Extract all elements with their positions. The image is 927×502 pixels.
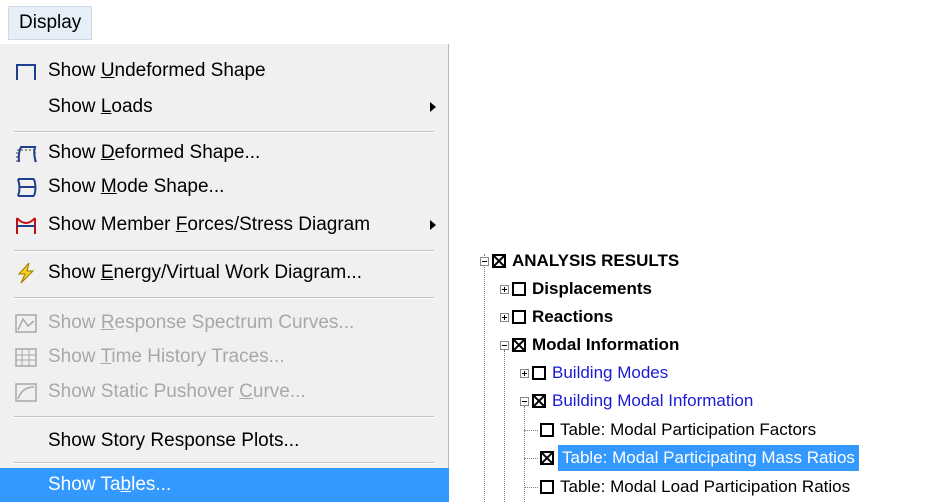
menu-item-show-deformed-shape[interactable]: Show Deformed Shape... <box>0 136 449 170</box>
submenu-arrow-icon <box>430 220 436 230</box>
tree-node-label: Modal Information <box>532 335 680 354</box>
mode-shape-icon <box>17 178 37 197</box>
pushover-curve-icon <box>15 383 37 402</box>
menu-item-label: Show Tables... <box>48 474 172 495</box>
collapse-toggle-icon[interactable] <box>480 257 489 266</box>
expand-toggle-icon[interactable] <box>520 369 529 378</box>
menu-separator <box>14 131 434 133</box>
tree-connector-line <box>484 254 485 502</box>
menu-separator <box>14 297 434 299</box>
menu-item-label: Show Story Response Plots... <box>48 430 300 451</box>
display-menu-label: Display <box>19 12 82 33</box>
energy-lightning-icon <box>17 262 35 284</box>
menu-item-label: Show Mode Shape... <box>48 176 225 197</box>
tree-node-displacements[interactable]: Displacements <box>500 276 720 302</box>
menu-separator <box>14 462 434 464</box>
tree-node-label: ANALYSIS RESULTS <box>512 251 680 270</box>
collapse-toggle-icon[interactable] <box>520 397 529 406</box>
expand-toggle-icon[interactable] <box>500 285 509 294</box>
tree-connector-line <box>524 487 538 488</box>
tree-connector-line <box>504 350 505 502</box>
tree-node-table-modal-participation-factors[interactable]: Table: Modal Participation Factors <box>540 417 927 443</box>
tree-node-building-modes[interactable]: Building Modes <box>520 360 740 386</box>
menu-item-label: Show Member Forces/Stress Diagram <box>48 214 371 235</box>
checkbox-unchecked[interactable] <box>532 366 546 380</box>
tree-node-modal-information[interactable]: Modal Information <box>500 332 760 358</box>
tree-node-label: Building Modes <box>552 363 669 382</box>
menu-item-label: Show Response Spectrum Curves... <box>48 312 355 333</box>
collapse-toggle-icon[interactable] <box>500 341 509 350</box>
menu-separator <box>14 250 434 252</box>
menu-item-show-mode-shape[interactable]: Show Mode Shape... <box>0 170 449 204</box>
tree-node-label: Table: Modal Load Participation Ratios <box>560 477 851 496</box>
tree-node-analysis-results[interactable]: ANALYSIS RESULTS <box>480 248 800 274</box>
tree-node-label: Displacements <box>532 279 652 298</box>
analysis-results-tree: ANALYSIS RESULTS Displacements Reactions… <box>480 240 927 502</box>
menu-item-label: Show Static Pushover Curve... <box>48 381 306 402</box>
menu-item-label: Show Undeformed Shape <box>48 60 266 81</box>
menu-item-label: Show Energy/Virtual Work Diagram... <box>48 262 362 283</box>
tree-node-table-modal-load-participation-ratios[interactable]: Table: Modal Load Participation Ratios <box>540 474 927 500</box>
menu-bar: Display <box>0 0 925 44</box>
tree-node-label-selected: Table: Modal Participating Mass Ratios <box>558 445 859 471</box>
menu-item-show-response-spectrum[interactable]: Show Response Spectrum Curves... <box>0 306 449 340</box>
expand-toggle-icon[interactable] <box>500 313 509 322</box>
tree-connector-line <box>524 430 538 431</box>
display-menu-title[interactable]: Display <box>8 6 92 40</box>
checkbox-unchecked[interactable] <box>540 480 554 494</box>
menu-item-show-pushover-curve[interactable]: Show Static Pushover Curve... <box>0 375 449 409</box>
menu-item-label: Show Loads <box>48 96 153 117</box>
menu-item-label: Show Deformed Shape... <box>48 142 261 163</box>
menu-separator <box>14 416 434 418</box>
member-forces-icon <box>16 217 36 234</box>
deformed-shape-icon <box>16 146 37 163</box>
menu-item-show-undeformed-shape[interactable]: Show Undeformed Shape <box>0 54 449 88</box>
response-spectrum-icon <box>15 314 37 333</box>
tree-connector-line <box>524 458 538 459</box>
menu-item-show-member-forces[interactable]: Show Member Forces/Stress Diagram <box>0 208 449 242</box>
display-menu-dropdown: Show Undeformed Shape Show Loads Show De… <box>0 44 449 502</box>
time-history-icon <box>15 348 37 367</box>
tree-node-reactions[interactable]: Reactions <box>500 304 720 330</box>
menu-item-label: Show Time History Traces... <box>48 346 285 367</box>
checkbox-unchecked[interactable] <box>540 423 554 437</box>
tree-node-label: Building Modal Information <box>552 391 754 410</box>
menu-item-show-energy-diagram[interactable]: Show Energy/Virtual Work Diagram... <box>0 256 449 290</box>
tree-node-label: Reactions <box>532 307 614 326</box>
tree-node-table-modal-participating-mass-ratios[interactable]: Table: Modal Participating Mass Ratios <box>540 445 927 471</box>
checkbox-unchecked[interactable] <box>512 310 526 324</box>
checkbox-checked[interactable] <box>492 254 506 268</box>
menu-item-show-time-history[interactable]: Show Time History Traces... <box>0 340 449 374</box>
checkbox-unchecked[interactable] <box>512 282 526 296</box>
tree-node-label: Table: Modal Participation Factors <box>560 420 817 439</box>
menu-item-show-story-response-plots[interactable]: Show Story Response Plots... <box>0 424 449 458</box>
menu-item-show-loads[interactable]: Show Loads <box>0 90 449 124</box>
undeformed-shape-icon <box>16 64 36 80</box>
submenu-arrow-icon <box>430 102 436 112</box>
menu-item-show-tables[interactable]: Show Tables... <box>0 468 449 502</box>
checkbox-checked[interactable] <box>532 394 546 408</box>
checkbox-checked[interactable] <box>512 338 526 352</box>
tree-node-building-modal-information[interactable]: Building Modal Information <box>520 388 820 414</box>
checkbox-checked[interactable] <box>540 451 554 465</box>
